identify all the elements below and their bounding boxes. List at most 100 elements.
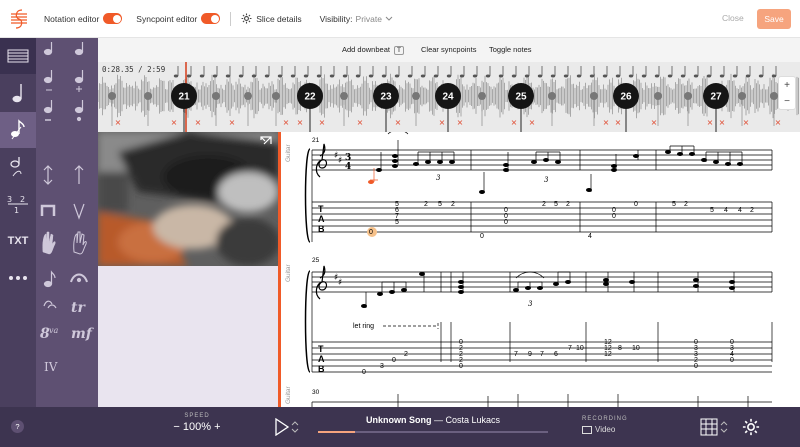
clear-syncpoints-button[interactable]: Clear syncpoints bbox=[421, 45, 476, 54]
svg-text:mf: mf bbox=[71, 326, 95, 342]
syncpoint-label: 22 bbox=[304, 92, 316, 103]
svg-text:10: 10 bbox=[632, 345, 640, 352]
svg-text:0: 0 bbox=[362, 369, 366, 376]
beat-marker[interactable] bbox=[212, 92, 220, 100]
syncpoint-editor-toggle[interactable] bbox=[201, 13, 221, 24]
remove-syncpoint-icon[interactable]: × bbox=[615, 118, 622, 127]
svg-text:8: 8 bbox=[618, 345, 622, 352]
visibility-dropdown[interactable]: Visibility: Private bbox=[320, 14, 393, 24]
zoom-in-button[interactable]: + bbox=[784, 80, 790, 91]
save-button[interactable]: Save bbox=[757, 9, 791, 29]
beat-marker[interactable] bbox=[770, 92, 778, 100]
remove-syncpoint-icon[interactable]: × bbox=[651, 118, 658, 127]
layout-toggle-button[interactable] bbox=[700, 418, 728, 441]
beat-marker[interactable] bbox=[108, 92, 116, 100]
beat-marker[interactable] bbox=[654, 92, 662, 100]
tab-numbers-system-2: 0302 02220 7976 7 10 1212128 10 03320 0340 bbox=[362, 339, 734, 376]
remove-syncpoint-icon[interactable]: × bbox=[229, 118, 236, 127]
speed-increase-button[interactable]: + bbox=[214, 421, 220, 433]
syncpoint-label: 25 bbox=[515, 92, 527, 103]
remove-syncpoint-icon[interactable]: × bbox=[115, 118, 122, 127]
chevron-down-icon bbox=[385, 16, 393, 21]
track-name-label: Guitar bbox=[285, 385, 292, 404]
recording-selector[interactable]: RECORDING Video bbox=[582, 416, 628, 434]
tuplet-icon[interactable]: 321 bbox=[0, 186, 36, 222]
remove-syncpoint-icon[interactable]: × bbox=[395, 118, 402, 127]
svg-text:2: 2 bbox=[684, 201, 688, 208]
remove-syncpoint-icon[interactable]: × bbox=[195, 118, 202, 127]
quarter-note-icon[interactable] bbox=[0, 75, 36, 111]
beat-marker[interactable] bbox=[590, 92, 598, 100]
svg-text:2: 2 bbox=[566, 201, 570, 208]
more-icon[interactable] bbox=[0, 260, 36, 296]
beat-marker[interactable] bbox=[244, 92, 252, 100]
remove-syncpoint-icon[interactable]: × bbox=[457, 118, 464, 127]
slice-details-label: Slice details bbox=[256, 13, 302, 24]
half-note-icon[interactable] bbox=[0, 149, 36, 185]
song-title: Unknown Song bbox=[365, 415, 432, 425]
recording-caption: RECORDING bbox=[582, 416, 628, 422]
svg-text:0: 0 bbox=[369, 229, 373, 236]
close-button[interactable]: Close bbox=[722, 13, 744, 23]
toolbar-divider bbox=[230, 11, 232, 26]
remove-syncpoint-icon[interactable]: × bbox=[319, 118, 326, 127]
beat-marker[interactable] bbox=[548, 92, 556, 100]
waveform-timeline[interactable]: 21 22 23 24 25 26 27 × × × × × × × × × × × × × × × × × × × × 0:28.… bbox=[98, 62, 800, 132]
score-view[interactable]: Guitar Guitar Guitar 21 ♯ ♯ 3 4 3 3 T A … bbox=[278, 132, 800, 407]
svg-text:6: 6 bbox=[554, 351, 558, 358]
svg-text:2: 2 bbox=[451, 201, 455, 208]
speed-decrease-button[interactable]: − bbox=[173, 421, 179, 433]
beat-marker[interactable] bbox=[412, 92, 420, 100]
remove-syncpoint-icon[interactable]: × bbox=[297, 118, 304, 127]
playback-progress-bar[interactable] bbox=[318, 431, 548, 433]
beat-marker[interactable] bbox=[144, 92, 152, 100]
remove-syncpoint-icon[interactable]: × bbox=[529, 118, 536, 127]
remove-syncpoint-icon[interactable]: × bbox=[439, 118, 446, 127]
toggle-notes-button[interactable]: Toggle notes bbox=[489, 45, 532, 54]
grace-note-icon[interactable] bbox=[0, 112, 36, 148]
play-button[interactable] bbox=[274, 417, 300, 441]
speed-caption: SPEED bbox=[184, 413, 210, 419]
svg-text:2: 2 bbox=[404, 351, 408, 358]
remove-syncpoint-icon[interactable]: × bbox=[775, 118, 782, 127]
slice-details-button[interactable]: Slice details bbox=[241, 13, 302, 24]
recording-value: Video bbox=[595, 425, 616, 434]
beat-marker[interactable] bbox=[340, 92, 348, 100]
beat-marker[interactable] bbox=[272, 92, 280, 100]
remove-syncpoint-icon[interactable]: × bbox=[357, 118, 364, 127]
notation-editor-toggle[interactable] bbox=[103, 13, 123, 24]
remove-syncpoint-icon[interactable]: × bbox=[603, 118, 610, 127]
tool-palette-secondary: tr 8 va mf IV bbox=[36, 38, 98, 407]
zoom-out-button[interactable]: − bbox=[784, 96, 790, 107]
beat-marker[interactable] bbox=[684, 92, 692, 100]
remove-syncpoint-icon[interactable]: × bbox=[171, 118, 178, 127]
staff-view-icon[interactable] bbox=[0, 38, 36, 74]
notation-editor-toggle-group: Notation editor bbox=[44, 13, 123, 24]
timecode-readout: 0:28.35 / 2:59 bbox=[102, 65, 166, 74]
remove-syncpoint-icon[interactable]: × bbox=[707, 118, 714, 127]
remove-syncpoint-icon[interactable]: × bbox=[719, 118, 726, 127]
remove-syncpoint-icon[interactable]: × bbox=[743, 118, 750, 127]
tab-letter: T bbox=[318, 204, 324, 214]
text-tool-button[interactable]: TXT bbox=[0, 223, 36, 259]
help-button[interactable]: ? bbox=[11, 420, 24, 433]
visibility-value: Private bbox=[355, 13, 382, 24]
settings-button[interactable] bbox=[742, 418, 760, 441]
syncpoint-editor-toggle-group: Syncpoint editor bbox=[136, 13, 221, 24]
add-downbeat-button[interactable]: Add downbeat T bbox=[342, 45, 404, 55]
grid-layout-icon bbox=[700, 418, 728, 436]
video-preview[interactable] bbox=[98, 132, 278, 266]
beat-marker[interactable] bbox=[478, 92, 486, 100]
remove-syncpoint-icon[interactable]: × bbox=[283, 118, 290, 127]
syncpoint-editor-label: Syncpoint editor bbox=[136, 13, 198, 24]
remove-syncpoint-icon[interactable]: × bbox=[511, 118, 518, 127]
measure-number: 21 bbox=[312, 137, 320, 144]
svg-text:7: 7 bbox=[514, 351, 518, 358]
svg-text:4: 4 bbox=[724, 207, 728, 214]
svg-text:0: 0 bbox=[480, 233, 484, 240]
svg-text:0: 0 bbox=[504, 219, 508, 226]
app-window: Notation editor Syncpoint editor Slice d… bbox=[0, 0, 800, 447]
logo-icon[interactable] bbox=[0, 0, 38, 38]
beat-marker[interactable] bbox=[738, 92, 746, 100]
track-name-label: Guitar bbox=[285, 263, 292, 282]
